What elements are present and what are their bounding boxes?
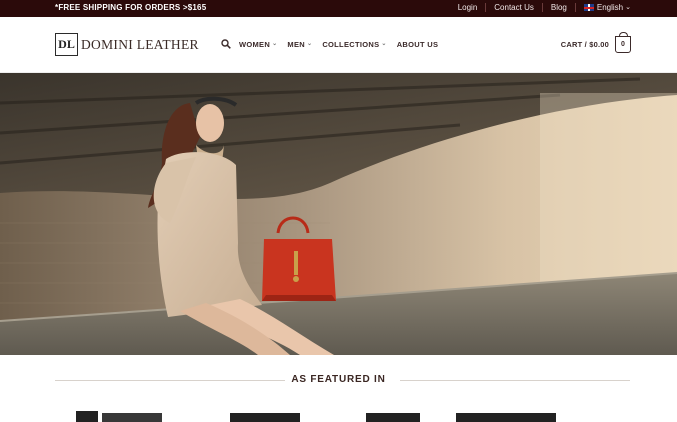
cart-button[interactable]: CART / $0.00 0 [560, 32, 631, 53]
shipping-promo: *FREE SHIPPING FOR ORDERS >$165 [55, 3, 207, 12]
nav-about[interactable]: ABOUT US [397, 40, 439, 49]
nav-men-label: MEN [287, 39, 305, 49]
divider-right [400, 380, 630, 381]
login-link[interactable]: Login [458, 3, 478, 12]
blog-link[interactable]: Blog [551, 3, 567, 12]
hero-image [0, 73, 677, 355]
uk-flag-icon [583, 4, 594, 11]
nav-women-label: WOMEN [239, 39, 271, 49]
nav-about-label: ABOUT US [396, 39, 439, 49]
cart-count-badge: 0 [615, 32, 631, 53]
contact-link[interactable]: Contact Us [494, 3, 534, 12]
language-selector[interactable]: English ⌄ [583, 3, 631, 12]
featured-section: AS FEATURED IN [0, 355, 677, 422]
divider [574, 3, 576, 12]
logo-name: DOMINI LEATHER [81, 36, 199, 52]
main-nav: WOMEN ⌄ MEN ⌄ COLLECTIONS ⌄ ABOUT US [221, 39, 448, 49]
language-label: English [596, 3, 624, 12]
chevron-down-icon: ⌄ [381, 40, 387, 47]
top-links: Login Contact Us Blog English ⌄ [458, 3, 631, 12]
cart-label: CART / $0.00 [560, 40, 609, 49]
chevron-down-icon: ⌄ [625, 4, 631, 11]
chevron-down-icon: ⌄ [307, 40, 313, 47]
chevron-down-icon: ⌄ [272, 40, 278, 47]
logo-mark: DL [55, 33, 78, 56]
nav-collections-label: COLLECTIONS [322, 39, 380, 49]
search-icon[interactable] [221, 39, 231, 49]
top-bar: *FREE SHIPPING FOR ORDERS >$165 Login Co… [0, 0, 677, 17]
divider [485, 3, 487, 12]
nav-collections[interactable]: COLLECTIONS ⌄ [322, 40, 386, 49]
nav-women[interactable]: WOMEN ⌄ [239, 40, 277, 49]
hero-banner[interactable] [0, 73, 677, 355]
site-header: DL DOMINI LEATHER WOMEN ⌄ MEN ⌄ COLLECTION… [0, 17, 677, 73]
site-logo[interactable]: DL DOMINI LEATHER [55, 33, 199, 56]
divider [541, 3, 543, 12]
press-logos [76, 411, 556, 422]
nav-men[interactable]: MEN ⌄ [287, 40, 312, 49]
